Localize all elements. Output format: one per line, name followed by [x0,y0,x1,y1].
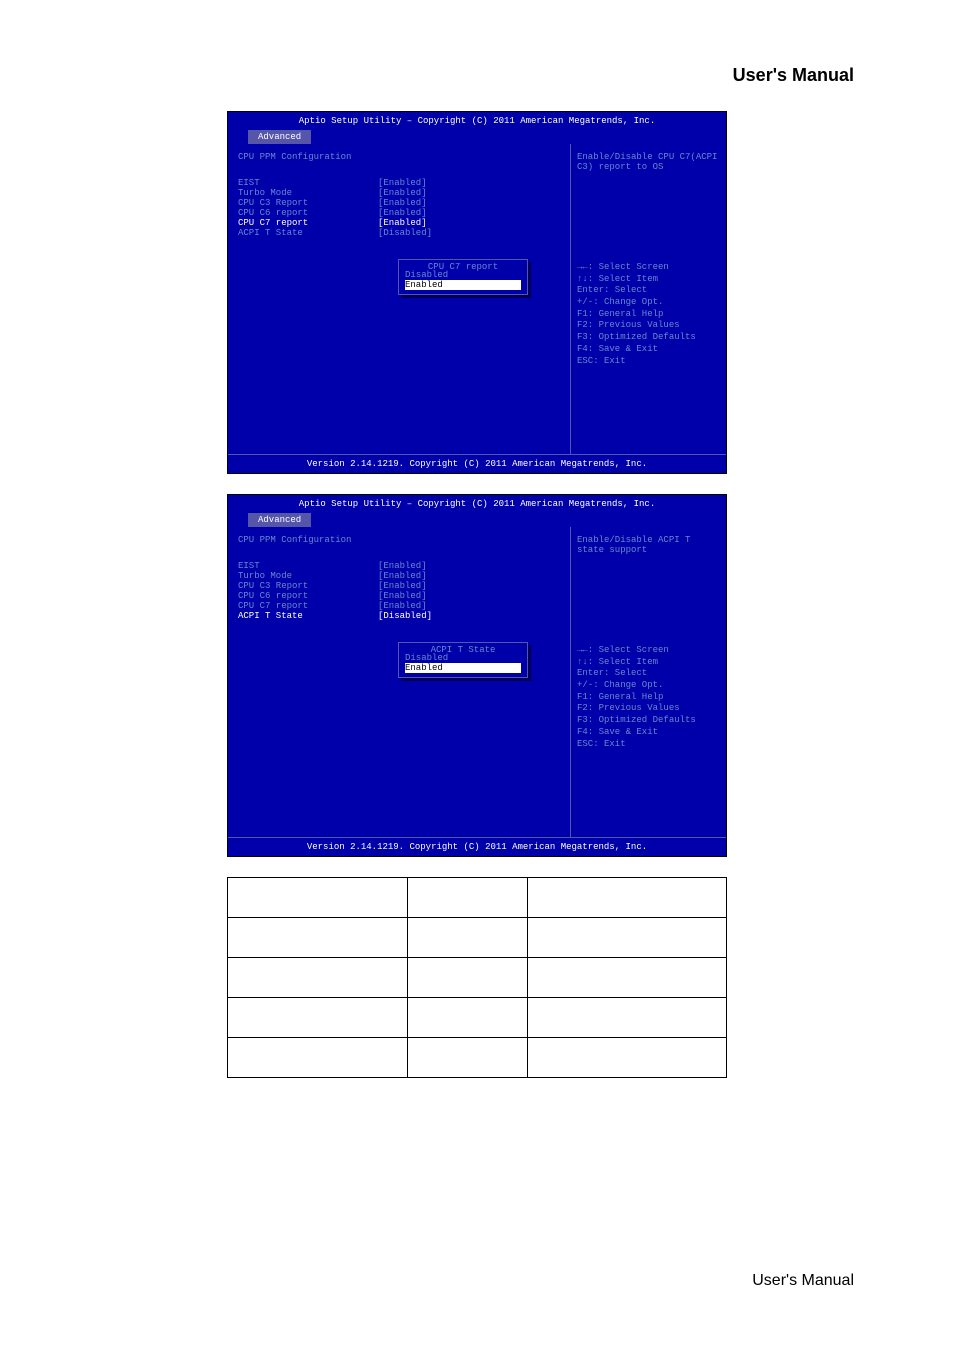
help-keys: →←: Select Screen ↑↓: Select Item Enter:… [577,645,720,750]
config-row-c7[interactable]: CPU C7 report[Enabled] [238,218,560,228]
config-row-turbo[interactable]: Turbo Mode[Enabled] [238,571,560,581]
bios-screen-1: Aptio Setup Utility – Copyright (C) 2011… [227,111,727,474]
help-description: Enable/Disable CPU C7(ACPI C3) report to… [577,152,720,172]
bios-title: Aptio Setup Utility – Copyright (C) 2011… [228,495,726,513]
config-row-c6[interactable]: CPU C6 report[Enabled] [238,208,560,218]
config-row-tstate[interactable]: ACPI T State[Disabled] [238,611,560,621]
bios-screen-2: Aptio Setup Utility – Copyright (C) 2011… [227,494,727,857]
config-row-eist[interactable]: EIST[Enabled] [238,561,560,571]
help-keys: →←: Select Screen ↑↓: Select Item Enter:… [577,262,720,367]
table-row [228,1038,727,1078]
config-section-title: CPU PPM Configuration [238,535,560,545]
popup-acpi-tstate: ACPI T State Disabled Enabled [398,642,528,678]
help-description: Enable/Disable ACPI T state support [577,535,720,555]
popup-c7-report: CPU C7 report Disabled Enabled [398,259,528,295]
bios-tab-advanced[interactable]: Advanced [248,130,311,144]
config-section-title: CPU PPM Configuration [238,152,560,162]
config-row-eist[interactable]: EIST[Enabled] [238,178,560,188]
table-row [228,878,727,918]
page-header: User's Manual [0,0,954,106]
bios-footer: Version 2.14.1219. Copyright (C) 2011 Am… [228,454,726,473]
table-row [228,998,727,1038]
bios-tab-advanced[interactable]: Advanced [248,513,311,527]
bios-footer: Version 2.14.1219. Copyright (C) 2011 Am… [228,837,726,856]
config-row-c6[interactable]: CPU C6 report[Enabled] [238,591,560,601]
config-row-turbo[interactable]: Turbo Mode[Enabled] [238,188,560,198]
bios-title: Aptio Setup Utility – Copyright (C) 2011… [228,112,726,130]
popup-option-enabled[interactable]: Enabled [405,280,521,290]
config-row-c3[interactable]: CPU C3 Report[Enabled] [238,581,560,591]
table-row [228,958,727,998]
config-row-c3[interactable]: CPU C3 Report[Enabled] [238,198,560,208]
page-footer: User's Manual [752,1272,854,1290]
config-row-c7[interactable]: CPU C7 report[Enabled] [238,601,560,611]
table-row [228,918,727,958]
settings-table [227,877,727,1078]
config-row-tstate[interactable]: ACPI T State[Disabled] [238,228,560,238]
popup-option-enabled[interactable]: Enabled [405,663,521,673]
